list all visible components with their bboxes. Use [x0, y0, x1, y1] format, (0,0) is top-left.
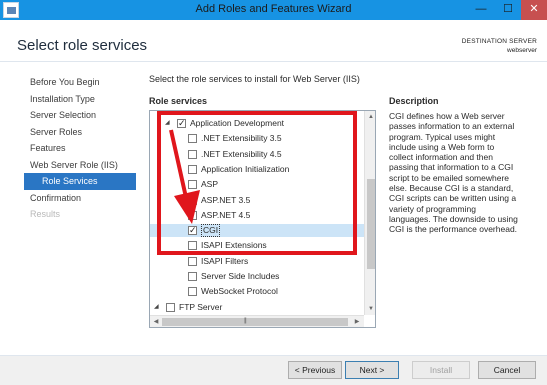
nav-item-server-roles[interactable]: Server Roles: [24, 124, 136, 141]
install-button: Install: [412, 361, 470, 379]
scroll-left-icon[interactable]: ◀: [151, 317, 161, 327]
header-divider: [0, 61, 547, 62]
nav-item-role-services[interactable]: Role Services: [24, 173, 136, 190]
role-services-heading: Role services: [149, 96, 208, 106]
nav-item-web-server-role[interactable]: Web Server Role (IIS): [24, 157, 136, 174]
destination-server-label: DESTINATION SERVER: [461, 38, 537, 45]
instruction-text: Select the role services to install for …: [149, 74, 360, 84]
nav-item-results: Results: [30, 209, 61, 219]
description-heading: Description: [389, 96, 439, 106]
tree-row[interactable]: ◢ FTP Server: [150, 301, 364, 314]
tree-checkbox[interactable]: [188, 272, 197, 281]
tree-row[interactable]: ISAPI Filters: [150, 255, 364, 268]
destination-server-name: webserver: [507, 47, 537, 54]
scroll-down-icon[interactable]: ▼: [367, 304, 375, 314]
nav-item-installation-type[interactable]: Installation Type: [24, 91, 136, 108]
window-title: Add Roles and Features Wizard: [195, 3, 352, 15]
title-bar: Add Roles and Features Wizard — ☐ ✕: [0, 0, 547, 20]
description-text: CGI defines how a Web server passes info…: [389, 111, 518, 235]
tree-row[interactable]: WebSocket Protocol: [150, 285, 364, 298]
tree-expander-icon[interactable]: ◢: [154, 304, 161, 311]
scroll-grip-icon: |||: [244, 318, 247, 324]
scroll-up-icon[interactable]: ▲: [367, 112, 375, 122]
tree-checkbox[interactable]: [166, 302, 175, 312]
vertical-scrollbar[interactable]: ▲ ▼: [364, 111, 375, 315]
close-button[interactable]: ✕: [521, 0, 547, 20]
tree-item-label: Server Side Includes: [201, 271, 280, 281]
page-title: Select role services: [17, 37, 148, 54]
tree-checkbox[interactable]: [188, 256, 197, 266]
horizontal-scrollbar[interactable]: ◀ ||| ▶: [150, 315, 364, 327]
minimize-button[interactable]: —: [468, 0, 494, 20]
nav-item-before-you-begin[interactable]: Before You Begin: [24, 74, 136, 91]
previous-button[interactable]: < Previous: [288, 361, 342, 379]
wizard-nav: Before You Begin Installation Type Serve…: [24, 74, 136, 223]
maximize-button[interactable]: ☐: [495, 0, 521, 20]
annotation-arrow-icon: [169, 129, 200, 224]
nav-item-confirmation[interactable]: Confirmation: [24, 190, 136, 207]
vertical-scroll-thumb[interactable]: [367, 179, 375, 269]
horizontal-scroll-thumb[interactable]: [162, 318, 348, 326]
tree-checkbox[interactable]: [188, 287, 197, 297]
tree-row[interactable]: Server Side Includes: [150, 270, 364, 283]
nav-item-server-selection[interactable]: Server Selection: [24, 107, 136, 124]
scroll-right-icon[interactable]: ▶: [352, 317, 362, 327]
cancel-button[interactable]: Cancel: [478, 361, 536, 379]
tree-item-label: WebSocket Protocol: [201, 286, 278, 297]
tree-item-label: FTP Server: [179, 301, 223, 312]
tree-item-label: ISAPI Filters: [201, 255, 249, 266]
nav-item-features[interactable]: Features: [24, 140, 136, 157]
next-button[interactable]: Next >: [345, 361, 399, 379]
